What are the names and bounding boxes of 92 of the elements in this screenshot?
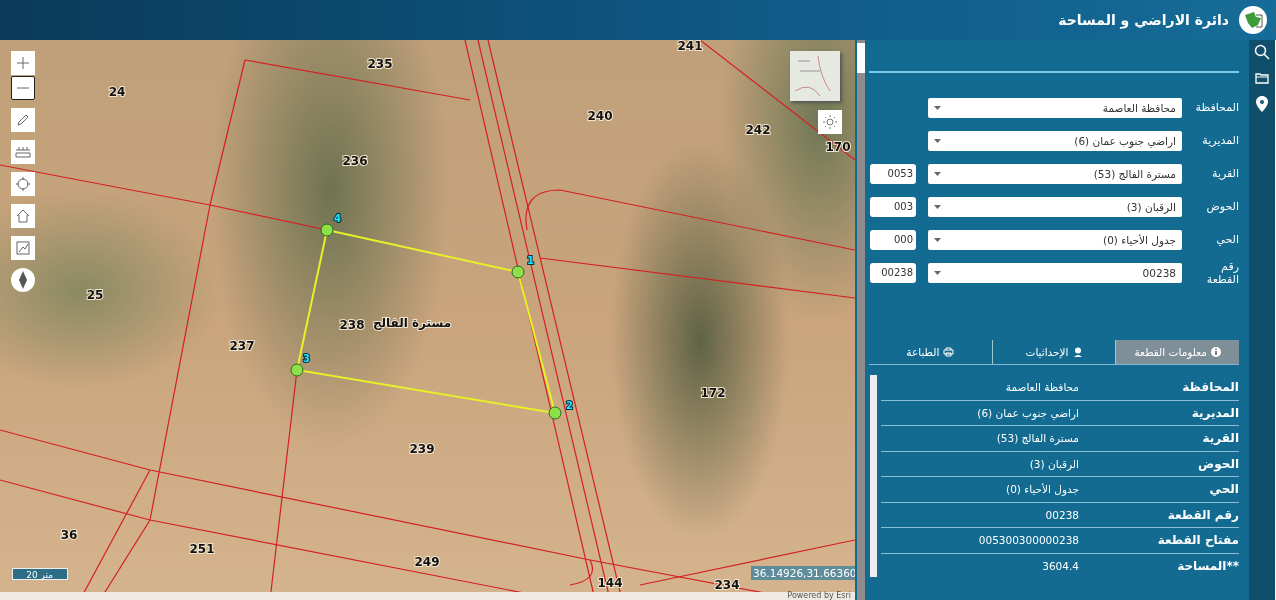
parcel-number: 240 (587, 109, 613, 123)
panel-tab[interactable]: الطباعة (869, 340, 992, 364)
vertex-point[interactable] (511, 265, 525, 279)
info-value: الرقبان (3) (1029, 457, 1079, 470)
locate-button[interactable] (11, 172, 35, 196)
dropdown-field[interactable]: محافظة العاصمة (928, 97, 1182, 118)
attribution-text: Powered by Esri (787, 592, 851, 600)
chart-button[interactable] (11, 236, 35, 260)
field-label: المديرية (1201, 134, 1239, 147)
dropdown-field[interactable]: اراضي جنوب عمان (6) (928, 130, 1182, 151)
folder-icon[interactable] (1255, 72, 1269, 84)
info-value: جدول الأحياء (0) (1006, 483, 1079, 496)
brightness-button[interactable] (818, 110, 842, 134)
chart-icon (16, 241, 30, 255)
panel-tab[interactable]: الإحداثيات (991, 340, 1116, 364)
code-field[interactable]: 000 (870, 229, 916, 250)
parcel-number: 239 (409, 442, 435, 456)
pencil-icon (16, 113, 30, 127)
info-label: رقم القطعة (1166, 507, 1239, 522)
compass-button[interactable] (11, 268, 35, 292)
printer-icon (943, 347, 955, 357)
zoom-out-button[interactable] (11, 76, 35, 100)
plus-icon (16, 56, 30, 70)
vertex-point[interactable] (548, 406, 562, 420)
caret-icon (934, 204, 941, 209)
table-scrollbar[interactable] (870, 375, 877, 577)
field-label: الحي (1215, 233, 1239, 246)
vertex-point[interactable] (290, 363, 304, 377)
parcel-number: 236 (342, 154, 368, 168)
vertex-number: 4 (334, 213, 341, 224)
person-pin-icon (1072, 347, 1083, 357)
home-button[interactable] (11, 204, 35, 228)
parcel-number: 241 (677, 40, 703, 53)
dropdown-field[interactable]: الرقبان (3) (928, 196, 1182, 217)
vertex-point[interactable] (320, 223, 334, 237)
code-field[interactable]: 0053 (870, 163, 916, 184)
info-value: 3604.4 (1042, 560, 1079, 573)
info-label: **المساحة (1176, 559, 1239, 574)
info-icon (1210, 347, 1221, 357)
caret-icon (934, 237, 941, 242)
info-value: اراضي جنوب عمان (6) (977, 406, 1079, 419)
code-field[interactable]: 00238 (870, 262, 916, 283)
field-label: الحوض (1205, 200, 1239, 213)
parcel-number: 25 (86, 288, 104, 302)
map-pin-icon[interactable] (1256, 96, 1268, 112)
dropdown-field[interactable]: مسترة الفالج (53) (928, 163, 1182, 184)
info-value: 00238 (1045, 508, 1079, 521)
parcel-number: 242 (745, 123, 771, 137)
coordinates-readout: 36.14926,31.66360 (751, 566, 855, 580)
caret-icon (934, 270, 941, 275)
info-label: الحوض (1197, 456, 1239, 471)
logo-icon (1239, 6, 1267, 34)
info-label: المحافظة (1181, 380, 1239, 395)
info-label: الحي (1208, 482, 1239, 497)
parcel-number: 172 (700, 386, 726, 400)
pencil-button[interactable] (11, 108, 35, 132)
parcel-number: 249 (414, 555, 440, 569)
parcel-number: 235 (367, 57, 393, 71)
caret-icon (934, 171, 941, 176)
parcel-number: 237 (229, 339, 255, 353)
info-label: القرية (1201, 431, 1239, 446)
info-value: 005300300000238 (978, 534, 1079, 547)
sun-icon (823, 115, 837, 129)
dropdown-field[interactable]: جدول الأحياء (0) (928, 229, 1182, 250)
app-title: دائرة الاراضي و المساحة (1058, 12, 1229, 28)
parcel-number: 24 (108, 85, 126, 99)
caret-icon (934, 138, 941, 143)
parcel-number: 36 (60, 528, 78, 542)
info-value: مسترة الفالج (53) (996, 432, 1079, 445)
vertex-number: 3 (303, 353, 310, 364)
parcel-name: مسترة الفالج (372, 316, 452, 330)
measure-button[interactable] (11, 140, 35, 164)
compass-icon (18, 271, 28, 289)
field-label: رقم القطعة (1205, 259, 1239, 286)
field-label: المحافظة (1194, 101, 1239, 114)
vertex-number: 2 (566, 400, 573, 411)
home-icon (16, 209, 30, 223)
search-icon[interactable] (1254, 44, 1270, 60)
code-field[interactable]: 003 (870, 196, 916, 217)
parcel-number: 251 (189, 542, 215, 556)
field-label: القرية (1211, 167, 1239, 180)
panel-scrollbar[interactable] (857, 40, 865, 600)
vertex-number: 1 (527, 255, 534, 266)
crosshair-icon (15, 176, 31, 192)
scale-bar: 20 متر (12, 568, 68, 580)
info-value: محافظة العاصمة (1005, 381, 1079, 394)
parcel-number: 238 (339, 318, 365, 332)
info-label: المديرية (1190, 405, 1239, 420)
dropdown-field[interactable]: 00238 (928, 262, 1182, 283)
caret-icon (934, 105, 941, 110)
info-label: مفتاح القطعة (1156, 533, 1239, 548)
ruler-icon (15, 145, 31, 159)
